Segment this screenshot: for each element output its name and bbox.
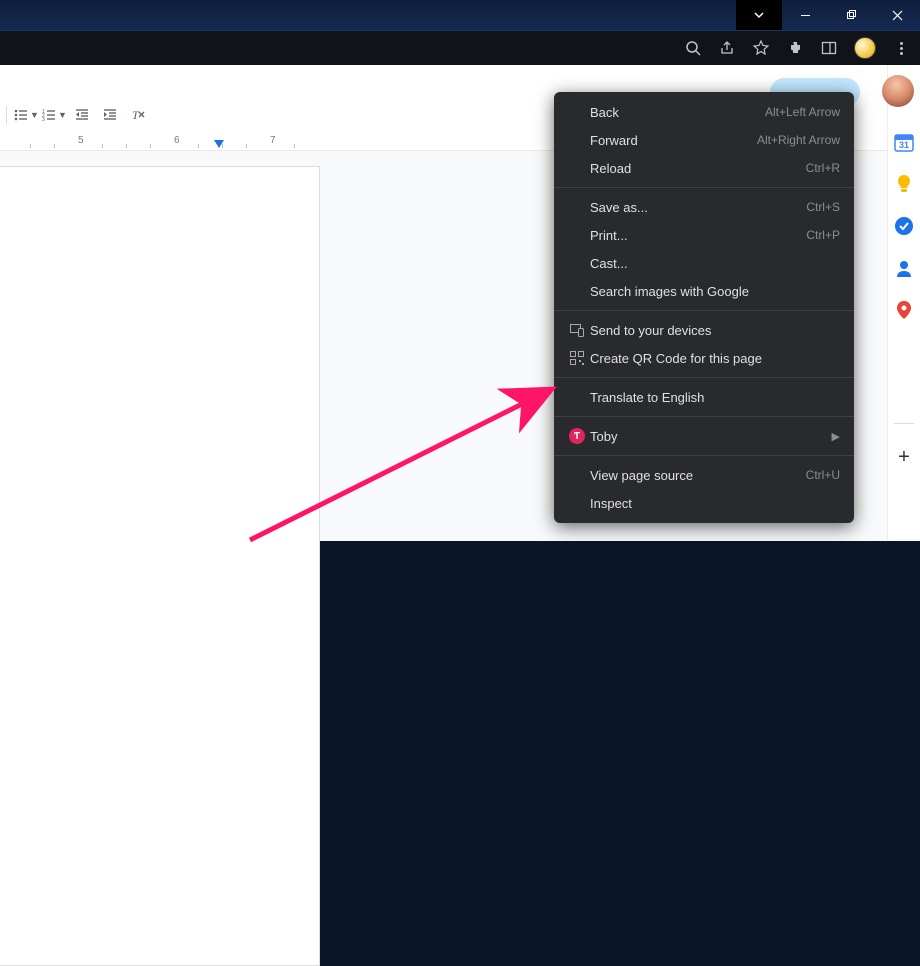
ctx-back[interactable]: BackAlt+Left Arrow	[554, 98, 854, 126]
qr-icon	[564, 351, 590, 365]
toby-icon: Ƭ	[564, 428, 590, 444]
ruler-mark: 6	[174, 135, 180, 146]
ctx-search-images[interactable]: Search images with Google	[554, 277, 854, 305]
ctx-send-devices[interactable]: Send to your devices	[554, 316, 854, 344]
window-titlebar	[0, 0, 920, 30]
document-page[interactable]	[0, 166, 320, 966]
menu-separator	[554, 455, 854, 456]
indent-marker[interactable]	[214, 140, 224, 148]
add-app-button[interactable]: +	[898, 446, 910, 469]
share-icon[interactable]	[718, 39, 736, 57]
numbered-list-button[interactable]: 123 ▼	[41, 102, 67, 128]
window-dropdown-button[interactable]	[736, 0, 782, 30]
ctx-inspect[interactable]: Inspect	[554, 489, 854, 517]
ctx-qr-code[interactable]: Create QR Code for this page	[554, 344, 854, 372]
caret-icon: ▼	[30, 110, 39, 120]
window-minimize-button[interactable]	[782, 0, 828, 30]
ruler-mark: 7	[270, 135, 276, 146]
browser-toolbar	[0, 30, 920, 65]
svg-text:31: 31	[899, 140, 909, 150]
keep-app-icon[interactable]	[894, 174, 914, 194]
menu-separator	[554, 416, 854, 417]
bulleted-list-button[interactable]: ▼	[13, 102, 39, 128]
context-menu: BackAlt+Left Arrow ForwardAlt+Right Arro…	[554, 92, 854, 523]
submenu-arrow-icon: ▶	[832, 430, 840, 443]
window-close-button[interactable]	[874, 0, 920, 30]
window-maximize-button[interactable]	[828, 0, 874, 30]
svg-text:3: 3	[42, 117, 45, 123]
account-avatar[interactable]	[882, 75, 914, 107]
bookmark-star-icon[interactable]	[752, 39, 770, 57]
devices-icon	[564, 324, 590, 337]
side-panel-icon[interactable]	[820, 39, 838, 57]
increase-indent-button[interactable]	[97, 102, 123, 128]
menu-separator	[554, 187, 854, 188]
toolbar-separator	[6, 106, 7, 124]
menu-separator	[554, 310, 854, 311]
ctx-save-as[interactable]: Save as...Ctrl+S	[554, 193, 854, 221]
tasks-app-icon[interactable]	[894, 216, 914, 236]
ctx-translate[interactable]: Translate to English	[554, 383, 854, 411]
side-panel: 31 +	[887, 65, 920, 541]
svg-text:T: T	[132, 108, 140, 122]
extensions-icon[interactable]	[786, 39, 804, 57]
menu-separator	[554, 377, 854, 378]
clear-formatting-button[interactable]: T	[125, 102, 151, 128]
contacts-app-icon[interactable]	[894, 258, 914, 278]
ctx-cast[interactable]: Cast...	[554, 249, 854, 277]
ctx-forward[interactable]: ForwardAlt+Right Arrow	[554, 126, 854, 154]
ctx-print[interactable]: Print...Ctrl+P	[554, 221, 854, 249]
search-icon[interactable]	[684, 39, 702, 57]
caret-icon: ▼	[58, 110, 67, 120]
ctx-reload[interactable]: ReloadCtrl+R	[554, 154, 854, 182]
decrease-indent-button[interactable]	[69, 102, 95, 128]
ctx-toby[interactable]: ƬToby▶	[554, 422, 854, 450]
profile-avatar-icon[interactable]	[854, 37, 876, 59]
calendar-app-icon[interactable]: 31	[894, 132, 914, 152]
maps-app-icon[interactable]	[894, 300, 914, 320]
ctx-view-source[interactable]: View page sourceCtrl+U	[554, 461, 854, 489]
kebab-menu-icon[interactable]	[892, 39, 910, 57]
ruler-mark: 5	[78, 135, 84, 146]
